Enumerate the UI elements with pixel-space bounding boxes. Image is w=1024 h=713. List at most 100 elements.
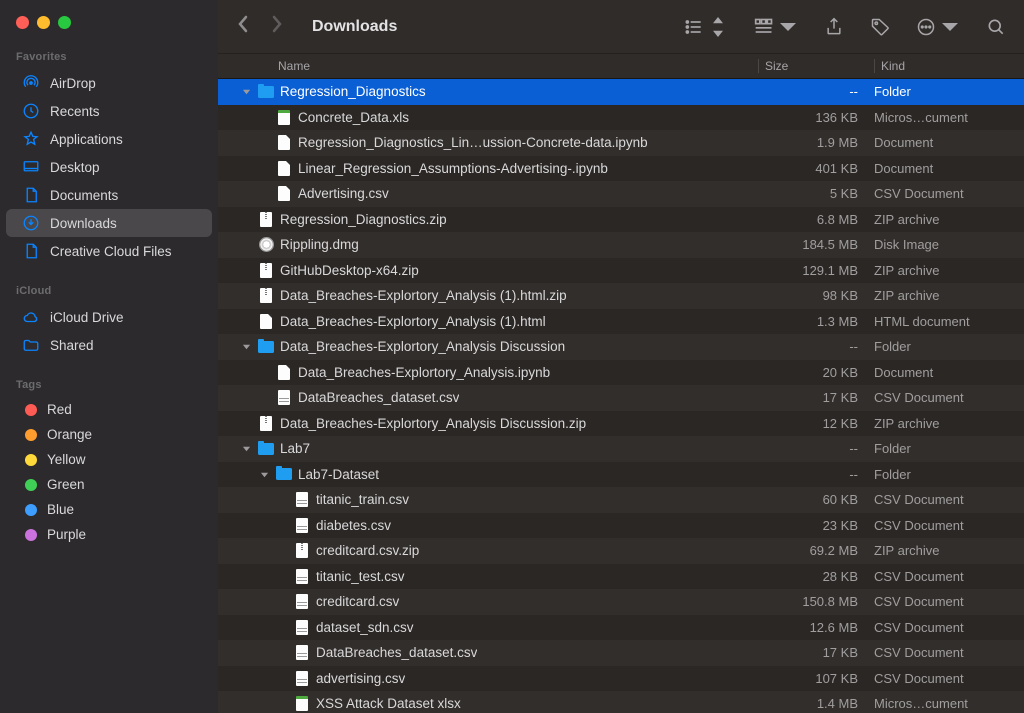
file-row[interactable]: ▸Data_Breaches-Explortory_Analysis (1).h…	[218, 309, 1024, 335]
file-row[interactable]: ▸titanic_train.csv60 KBCSV Document	[218, 487, 1024, 513]
file-row[interactable]: Lab7--Folder	[218, 436, 1024, 462]
file-size: --	[758, 441, 874, 456]
disclosure-triangle-icon[interactable]	[240, 87, 252, 96]
sidebar-item-creative-cloud-files[interactable]: Creative Cloud Files	[6, 237, 212, 265]
file-row[interactable]: ▸Linear_Regression_Assumptions-Advertisi…	[218, 156, 1024, 182]
file-row[interactable]: ▸advertising.csv107 KBCSV Document	[218, 666, 1024, 692]
file-row[interactable]: Lab7-Dataset--Folder	[218, 462, 1024, 488]
file-row[interactable]: ▸Regression_Diagnostics_Lin…ussion-Concr…	[218, 130, 1024, 156]
sidebar-item-icloud-drive[interactable]: iCloud Drive	[6, 303, 212, 331]
file-size: 184.5 MB	[758, 237, 874, 252]
file-kind: CSV Document	[874, 594, 1024, 609]
tags-button[interactable]	[870, 17, 890, 37]
file-row[interactable]: ▸creditcard.csv150.8 MBCSV Document	[218, 589, 1024, 615]
sidebar-item-documents[interactable]: Documents	[6, 181, 212, 209]
file-row[interactable]: ▸Data_Breaches-Explortory_Analysis Discu…	[218, 411, 1024, 437]
file-row[interactable]: ▸creditcard.csv.zip69.2 MBZIP archive	[218, 538, 1024, 564]
airdrop-icon	[22, 74, 40, 92]
file-name-cell: ▸dataset_sdn.csv	[218, 619, 758, 635]
sidebar-item-label: Documents	[50, 188, 118, 203]
sidebar-item-blue[interactable]: Blue	[6, 497, 212, 522]
file-size: 98 KB	[758, 288, 874, 303]
file-size: 12.6 MB	[758, 620, 874, 635]
file-name: DataBreaches_dataset.csv	[316, 645, 477, 660]
csv-icon	[294, 670, 310, 686]
file-row[interactable]: ▸diabetes.csv23 KBCSV Document	[218, 513, 1024, 539]
file-row[interactable]: ▸Data_Breaches-Explortory_Analysis (1).h…	[218, 283, 1024, 309]
close-window-button[interactable]	[16, 16, 29, 29]
file-row[interactable]: ▸Advertising.csv5 KBCSV Document	[218, 181, 1024, 207]
tag-dot-icon	[25, 504, 37, 516]
file-row[interactable]: Regression_Diagnostics--Folder	[218, 79, 1024, 105]
folder-icon	[258, 84, 274, 100]
sidebar-item-airdrop[interactable]: AirDrop	[6, 69, 212, 97]
disclosure-triangle-icon[interactable]	[240, 444, 252, 453]
file-row[interactable]: ▸Regression_Diagnostics.zip6.8 MBZIP arc…	[218, 207, 1024, 233]
file-name: Rippling.dmg	[280, 237, 359, 252]
file-kind: Document	[874, 161, 1024, 176]
sidebar-item-orange[interactable]: Orange	[6, 422, 212, 447]
sidebar-item-purple[interactable]: Purple	[6, 522, 212, 547]
file-kind: Folder	[874, 467, 1024, 482]
search-button[interactable]	[986, 17, 1006, 37]
file-row[interactable]: ▸XSS Attack Dataset xlsx1.4 MBMicros…cum…	[218, 691, 1024, 713]
zoom-window-button[interactable]	[58, 16, 71, 29]
file-kind: Document	[874, 135, 1024, 150]
back-button[interactable]	[236, 14, 250, 39]
file-row[interactable]: ▸DataBreaches_dataset.csv17 KBCSV Docume…	[218, 640, 1024, 666]
file-name-cell: ▸creditcard.csv	[218, 594, 758, 610]
group-button[interactable]	[754, 17, 798, 37]
file-row[interactable]: Data_Breaches-Explortory_Analysis Discus…	[218, 334, 1024, 360]
sidebar-item-shared[interactable]: Shared	[6, 331, 212, 359]
share-button[interactable]	[824, 17, 844, 37]
minimize-window-button[interactable]	[37, 16, 50, 29]
file-name: Regression_Diagnostics_Lin…ussion-Concre…	[298, 135, 648, 150]
sidebar-item-recents[interactable]: Recents	[6, 97, 212, 125]
file-kind: CSV Document	[874, 645, 1024, 660]
file-row[interactable]: ▸DataBreaches_dataset.csv17 KBCSV Docume…	[218, 385, 1024, 411]
sidebar-item-downloads[interactable]: Downloads	[6, 209, 212, 237]
file-row[interactable]: ▸Rippling.dmg184.5 MBDisk Image	[218, 232, 1024, 258]
file-name-cell: ▸Linear_Regression_Assumptions-Advertisi…	[218, 160, 758, 176]
file-row[interactable]: ▸Data_Breaches-Explortory_Analysis.ipynb…	[218, 360, 1024, 386]
view-list-button[interactable]	[684, 17, 728, 37]
folder-icon	[258, 441, 274, 457]
file-size: 28 KB	[758, 569, 874, 584]
csv-icon	[294, 517, 310, 533]
file-kind: ZIP archive	[874, 416, 1024, 431]
file-kind: ZIP archive	[874, 263, 1024, 278]
file-row[interactable]: ▸titanic_test.csv28 KBCSV Document	[218, 564, 1024, 590]
file-size: 107 KB	[758, 671, 874, 686]
file-name: DataBreaches_dataset.csv	[298, 390, 459, 405]
file-row[interactable]: ▸dataset_sdn.csv12.6 MBCSV Document	[218, 615, 1024, 641]
file-name-cell: ▸GitHubDesktop-x64.zip	[218, 262, 758, 278]
kind-column-header[interactable]: Kind	[874, 59, 1024, 73]
sidebar-item-label: Applications	[50, 132, 123, 147]
sidebar-section-label: iCloud	[0, 281, 218, 303]
file-name-cell: ▸DataBreaches_dataset.csv	[218, 390, 758, 406]
size-column-header[interactable]: Size	[758, 59, 874, 73]
name-column-header[interactable]: Name	[218, 59, 758, 73]
file-name-cell: ▸diabetes.csv	[218, 517, 758, 533]
forward-button[interactable]	[270, 14, 284, 39]
sidebar-item-green[interactable]: Green	[6, 472, 212, 497]
sidebar-section-label: Favorites	[0, 47, 218, 69]
disclosure-triangle-icon[interactable]	[258, 470, 270, 479]
action-menu-button[interactable]	[916, 17, 960, 37]
sidebar-item-label: Red	[47, 402, 72, 417]
file-kind: Folder	[874, 84, 1024, 99]
sidebar-item-applications[interactable]: Applications	[6, 125, 212, 153]
tag-dot-icon	[25, 454, 37, 466]
file-list[interactable]: Regression_Diagnostics--Folder▸Concrete_…	[218, 79, 1024, 713]
csv-icon	[294, 594, 310, 610]
sidebar-item-red[interactable]: Red	[6, 397, 212, 422]
file-kind: Micros…cument	[874, 696, 1024, 711]
sidebar: FavoritesAirDropRecents Applications Deskt…	[0, 0, 218, 713]
disclosure-triangle-icon[interactable]	[240, 342, 252, 351]
file-row[interactable]: ▸GitHubDesktop-x64.zip129.1 MBZIP archiv…	[218, 258, 1024, 284]
sidebar-item-yellow[interactable]: Yellow	[6, 447, 212, 472]
sidebar-item-label: iCloud Drive	[50, 310, 124, 325]
sidebar-item-label: Green	[47, 477, 85, 492]
sidebar-item-desktop[interactable]: Desktop	[6, 153, 212, 181]
file-row[interactable]: ▸Concrete_Data.xls136 KBMicros…cument	[218, 105, 1024, 131]
